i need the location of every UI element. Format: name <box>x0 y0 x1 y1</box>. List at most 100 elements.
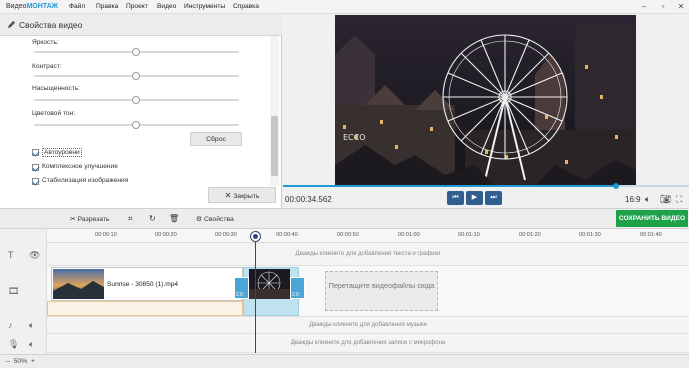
next-frame-button[interactable]: ⏭ <box>485 191 502 205</box>
playback-progress-fill <box>283 185 616 187</box>
transition-duration-b: 2.0 <box>292 292 299 298</box>
cut-button[interactable]: ✂ Разрезать <box>70 215 110 223</box>
menu-tools[interactable]: Инструменты <box>184 3 225 10</box>
complex-enhance-checkbox[interactable] <box>32 164 39 171</box>
trash-icon[interactable]: 🗑︎ <box>169 214 179 223</box>
video-drop-zone[interactable]: Перетащите видеофайлы сюда <box>325 271 438 311</box>
close-icon: ✕ <box>224 191 232 200</box>
reset-button[interactable]: Сброс <box>190 132 242 146</box>
app-logo: ВидеоМОНТАЖ <box>6 3 59 10</box>
autolevels-label[interactable]: Автоуровни <box>42 148 82 157</box>
eye-icon[interactable]: 👁︎ <box>29 250 40 261</box>
scissors-icon: ✂ <box>70 216 76 223</box>
track-headers: T 👁︎ 🎞︎ ♪ 🔈︎ 🎙︎ 🔈︎ <box>0 229 47 354</box>
timeline-playhead[interactable] <box>255 233 256 353</box>
menu-edit[interactable]: Правка <box>96 3 118 10</box>
skip-forward-icon: ⏭ <box>490 194 497 201</box>
tick-label: 00:01:00 <box>398 232 420 238</box>
clip-audio-strip[interactable] <box>47 301 243 316</box>
tick-label: 00:00:20 <box>155 232 177 238</box>
playhead-handle[interactable] <box>251 232 260 241</box>
complex-enhance-label[interactable]: Комплексное улучшение <box>42 163 118 170</box>
tick-label: 00:00:50 <box>337 232 359 238</box>
stabilization-label[interactable]: Стабилизация изображения <box>42 177 128 184</box>
tick-label: 00:00:30 <box>215 232 237 238</box>
ferris-wheel-frame-image: ECCO <box>335 15 636 186</box>
video-preview-area: ECCO <box>283 14 689 186</box>
menu-help[interactable]: Справка <box>233 3 259 10</box>
aspect-ratio-selector[interactable]: 16:9 <box>625 195 641 204</box>
contrast-slider[interactable] <box>34 72 239 80</box>
contrast-label: Контраст: <box>32 63 62 70</box>
text-track-icon: T <box>8 250 14 260</box>
zoom-level: 50% <box>13 358 28 365</box>
previous-frame-button[interactable]: ⏮ <box>447 191 464 205</box>
zoom-control[interactable]: – 50% + <box>6 358 35 365</box>
menu-file[interactable]: Файл <box>69 3 85 10</box>
stabilization-checkbox[interactable] <box>32 178 39 185</box>
hue-slider-knob[interactable] <box>132 121 140 129</box>
zoom-in-icon[interactable]: + <box>31 358 35 365</box>
microphone-icon: 🎙︎ <box>8 339 20 349</box>
zoom-out-icon[interactable]: – <box>6 358 10 365</box>
app-window: ВидеоМОНТАЖ Файл Правка Проект Видео Инс… <box>0 0 689 368</box>
microphone-track-hint: Дважды кликните для добавления записи с … <box>290 340 446 346</box>
properties-button-label: Свойства <box>203 216 234 223</box>
edit-toolbar: ✂ Разрезать ⌗ ↻ 🗑︎ ⚙ Свойства <box>0 208 689 229</box>
tick-label: 00:01:30 <box>579 232 601 238</box>
play-icon: ▶ <box>471 194 478 201</box>
saturation-slider[interactable] <box>34 96 239 104</box>
text-track-hint: Дважды кликните для добавления текста и … <box>295 251 441 257</box>
contrast-slider-knob[interactable] <box>132 72 140 80</box>
panel-scrollbar-thumb[interactable] <box>271 116 278 176</box>
autolevels-checkbox[interactable] <box>32 149 39 156</box>
mic-volume-icon[interactable]: 🔈︎ <box>29 339 34 350</box>
tick-label: 00:01:10 <box>458 232 480 238</box>
playback-progress-knob[interactable] <box>612 183 619 189</box>
skip-back-icon: ⏮ <box>452 194 459 201</box>
brightness-slider[interactable] <box>34 48 239 56</box>
close-button[interactable]: ✕ Закрыть <box>208 187 276 203</box>
title-bar: ВидеоМОНТАЖ Файл Правка Проект Видео Инс… <box>0 0 689 14</box>
menu-project[interactable]: Проект <box>126 3 148 10</box>
panel-scrollbar[interactable] <box>270 36 279 186</box>
close-button-label: Закрыть <box>233 193 260 200</box>
video-track-icon: 🎞︎ <box>8 286 20 296</box>
music-note-icon: ♪ <box>8 320 13 330</box>
music-track[interactable]: Дважды кликните для добавления музыки <box>47 317 689 334</box>
cut-button-label: Разрезать <box>77 216 110 223</box>
panel-header: Свойства видео <box>0 14 282 36</box>
text-track[interactable]: Дважды кликните для добавления текста и … <box>47 244 689 266</box>
tick-label: 00:00:40 <box>276 232 298 238</box>
brightness-label: Яркость: <box>32 39 59 46</box>
close-window-icon[interactable]: ✕ <box>675 2 687 12</box>
crop-icon[interactable]: ⌗ <box>128 214 133 224</box>
sunrise-clip-thumbnail <box>53 269 104 299</box>
music-track-hint: Дважды кликните для добавления музыки <box>309 322 427 328</box>
video-frame[interactable]: ECCO <box>335 15 636 186</box>
timeline-ruler[interactable]: 00:00:10 00:00:20 00:00:30 00:00:40 00:0… <box>47 229 689 243</box>
brightness-slider-knob[interactable] <box>132 48 140 56</box>
fullscreen-icon[interactable]: ⛶ <box>676 194 682 205</box>
saturation-slider-knob[interactable] <box>132 96 140 104</box>
microphone-track[interactable]: Дважды кликните для добавления записи с … <box>47 334 689 353</box>
rotate-icon[interactable]: ↻ <box>149 214 156 223</box>
save-video-button[interactable]: СОХРАНИТЬ ВИДЕО <box>616 210 688 227</box>
hue-slider[interactable] <box>34 121 239 129</box>
menu-video[interactable]: Видео <box>157 3 176 10</box>
volume-icon[interactable]: 🔈︎ <box>645 194 650 205</box>
snapshot-camera-icon[interactable]: 📷︎ <box>660 194 671 205</box>
saturation-label: Насыщенность: <box>32 85 81 92</box>
timecode-display: 00:00:34.562 <box>285 195 332 204</box>
tick-label: 00:01:40 <box>640 232 662 238</box>
tick-label: 00:01:20 <box>519 232 541 238</box>
svg-text:ECCO: ECCO <box>343 133 366 142</box>
properties-button[interactable]: ⚙ Свойства <box>196 215 234 223</box>
panel-title: Свойства видео <box>19 20 83 30</box>
hue-label: Цветовой тон: <box>32 110 76 117</box>
video-properties-panel: Свойства видео Яркость: Контраст: Насыще… <box>0 14 282 208</box>
minimize-icon[interactable]: – <box>638 2 650 12</box>
play-button[interactable]: ▶ <box>466 191 483 205</box>
music-volume-icon[interactable]: 🔈︎ <box>29 320 34 331</box>
maximize-icon[interactable]: ▫ <box>657 2 669 12</box>
